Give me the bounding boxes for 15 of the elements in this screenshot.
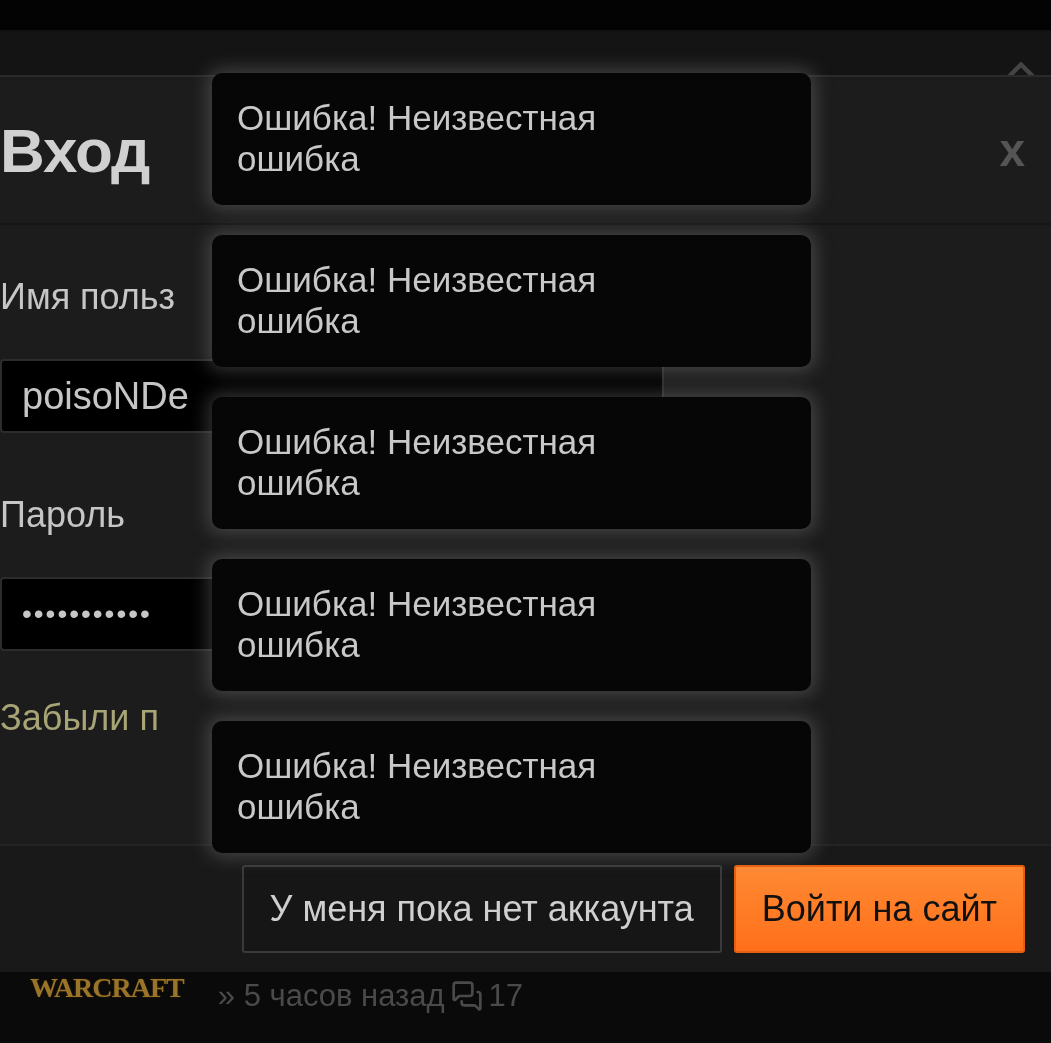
forgot-password-link[interactable]: Забыли п — [0, 697, 159, 739]
login-button[interactable]: Войти на сайт — [733, 865, 1025, 953]
register-button[interactable]: У меня пока нет аккаунта — [241, 865, 722, 953]
error-toast: Ошибка! Неизвестная ошибка — [212, 235, 811, 367]
field-label: Пароль — [0, 493, 125, 537]
error-toast: Ошибка! Неизвестная ошибка — [212, 721, 811, 853]
comments-icon — [450, 980, 483, 1012]
game-logo: WARCRAFT — [30, 972, 184, 1005]
error-toast: Ошибка! Неизвестная ошибка — [212, 73, 811, 205]
news-time: » 5 часов назад — [217, 978, 445, 1014]
field-label: Имя польз — [0, 275, 176, 319]
comment-count: 17 — [488, 978, 524, 1014]
error-toast: Ошибка! Неизвестная ошибка — [212, 397, 811, 529]
error-toast: Ошибка! Неизвестная ошибка — [212, 559, 811, 691]
dialog-title: Вход — [0, 114, 150, 186]
